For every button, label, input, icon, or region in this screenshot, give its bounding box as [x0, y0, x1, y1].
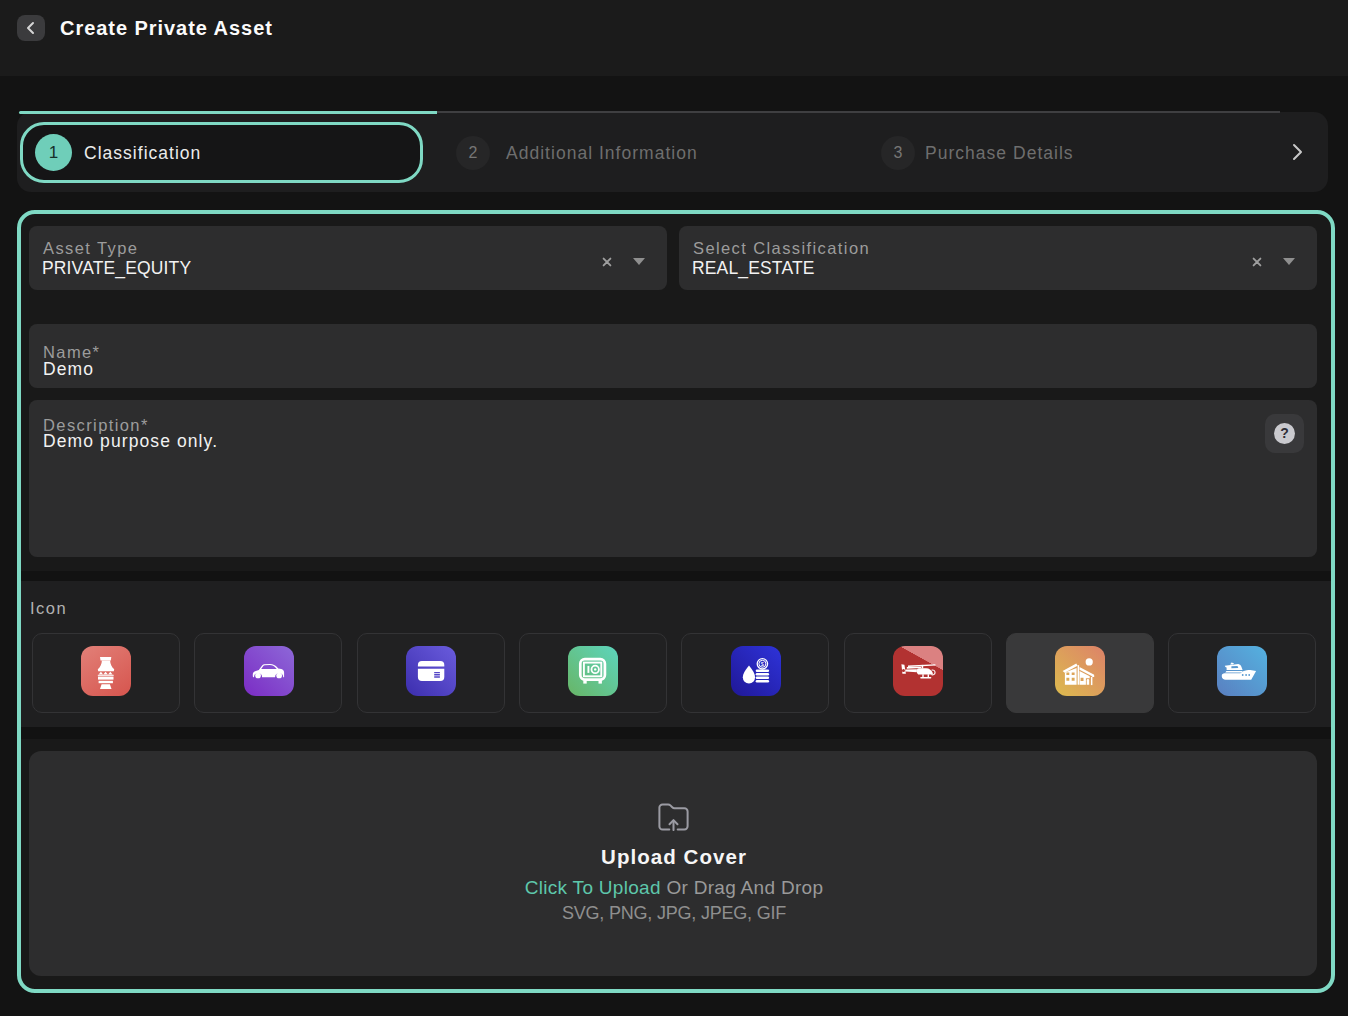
- svg-text:$: $: [761, 661, 765, 667]
